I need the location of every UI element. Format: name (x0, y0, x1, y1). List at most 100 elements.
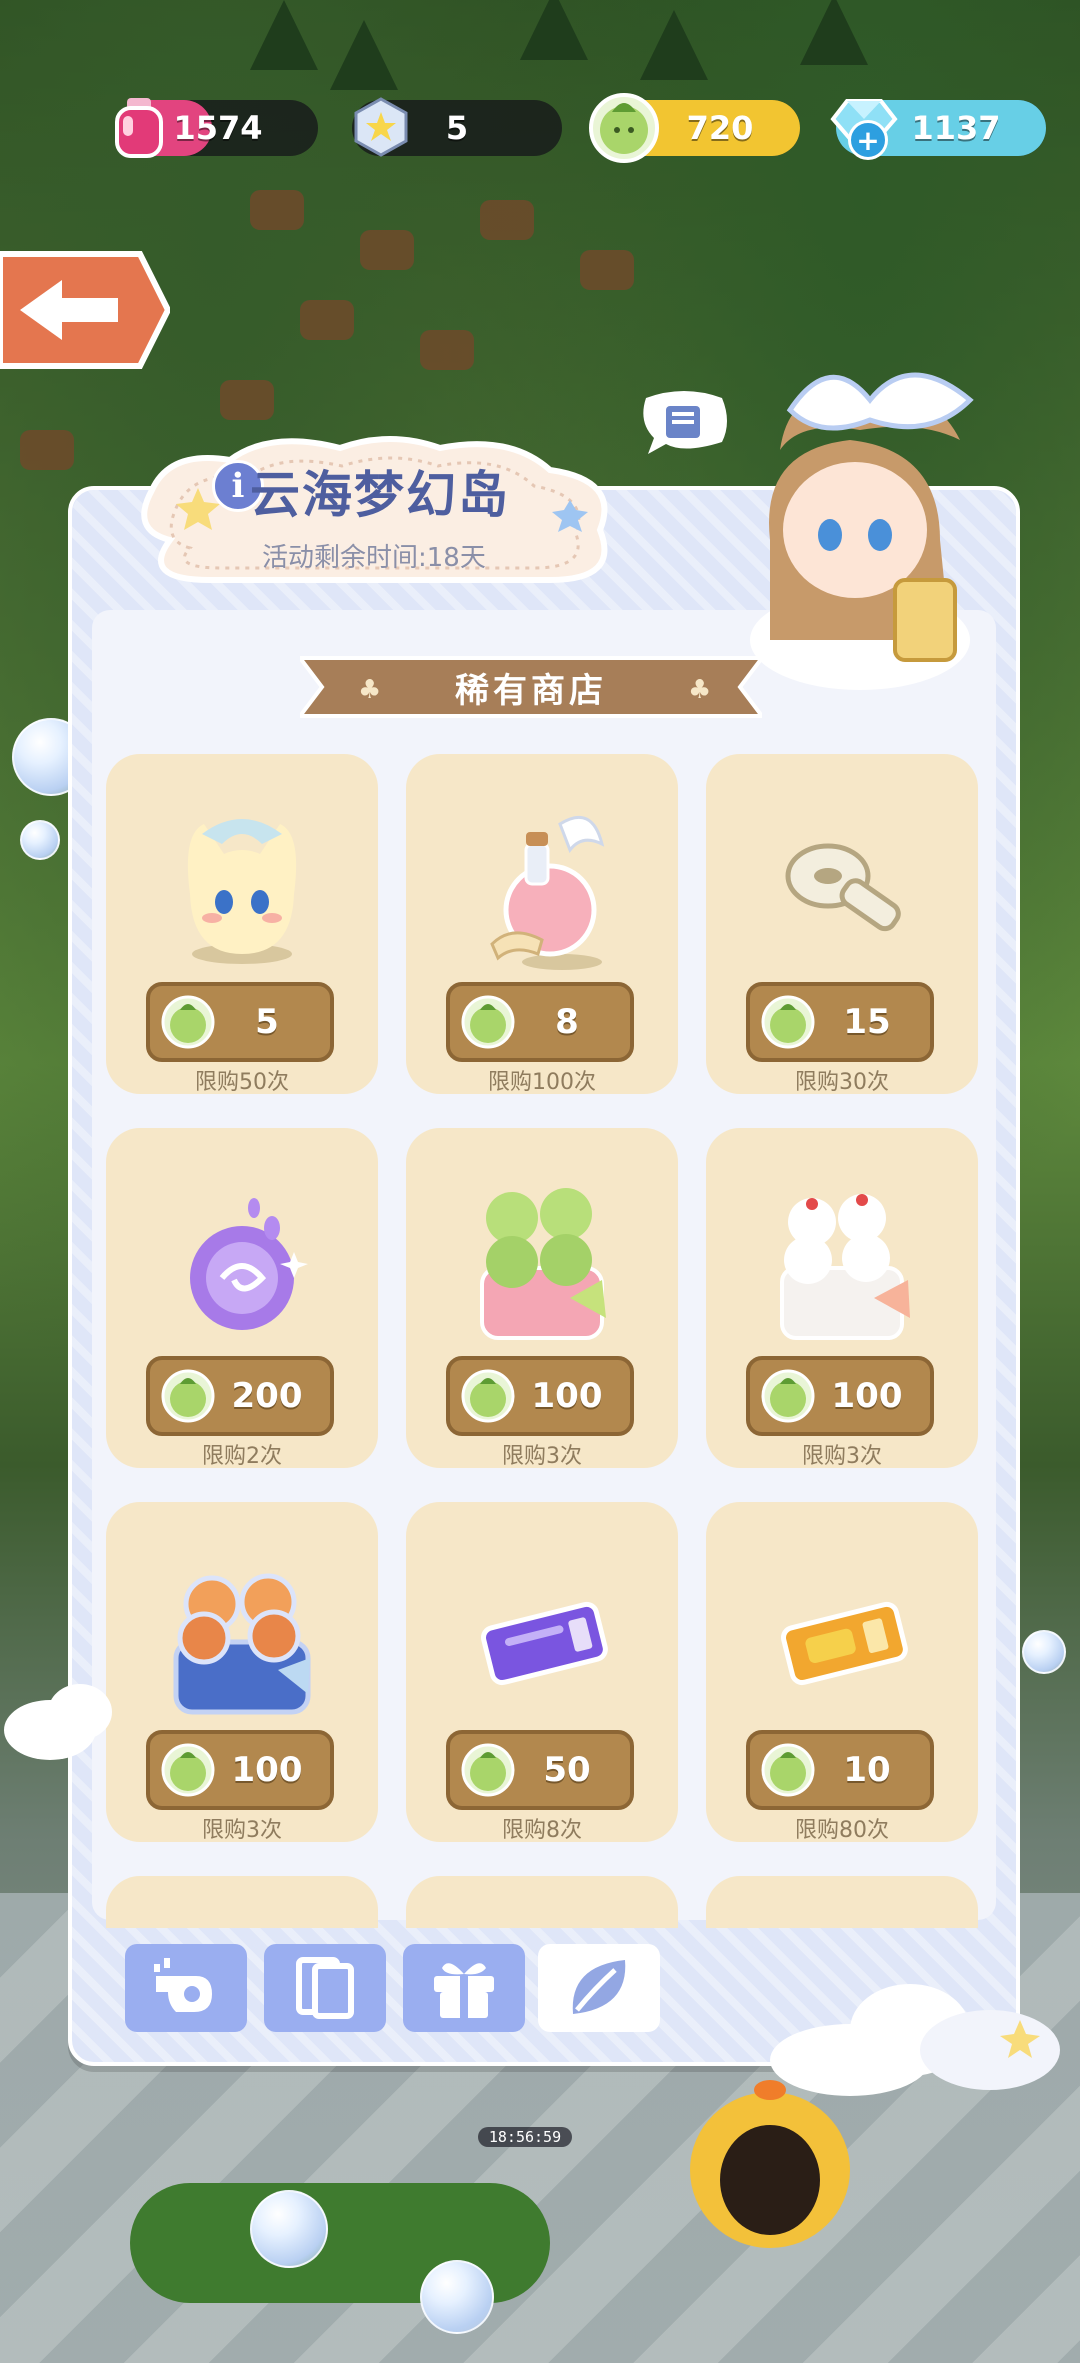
price-button[interactable]: 100 (146, 1730, 334, 1810)
farm-plot[interactable] (480, 200, 534, 240)
blue-diamond-icon: + (826, 86, 902, 166)
price-button[interactable]: 5 (146, 982, 334, 1062)
purchase-limit: 限购3次 (202, 1818, 282, 1843)
shop-item-partial[interactable] (706, 1876, 978, 1928)
sprout-coin-icon (761, 1743, 815, 1797)
cloud-decoration (4, 1684, 112, 1760)
gift-icon (434, 1963, 494, 2018)
shop-item-purple-orb[interactable]: 200 限购2次 (106, 1128, 378, 1469)
shop-item-plant-basket[interactable]: 100 限购3次 (406, 1128, 678, 1469)
world-clock-text: 18:56:59 (488, 2128, 562, 2146)
shop-item-partial[interactable] (106, 1876, 378, 1928)
price-value: 100 (231, 1750, 303, 1790)
purple-ticket-icon (480, 1601, 608, 1686)
farm-plot[interactable] (360, 230, 414, 270)
farm-plot[interactable] (580, 250, 634, 290)
price-value: 10 (843, 1750, 891, 1790)
tree-decoration (520, 0, 588, 60)
bubble-decoration (1022, 1630, 1066, 1674)
world-clock: 18:56:59 (478, 2127, 572, 2147)
purple-orb-icon (190, 1198, 308, 1330)
sprout-coin-icon (761, 995, 815, 1049)
potion-resource[interactable]: 1574 (115, 98, 318, 158)
shop-item-partial[interactable] (406, 1876, 678, 1928)
price-value: 15 (843, 1002, 891, 1042)
sprout-coin-icon (161, 1369, 215, 1423)
rare-shop-title: 稀有商店 (455, 670, 607, 711)
purchase-limit: 限购3次 (802, 1444, 882, 1469)
whistle-icon (154, 1958, 212, 2012)
back-button[interactable] (0, 250, 170, 370)
purchase-limit: 限购8次 (502, 1818, 582, 1843)
cloud-girl-mascot (750, 372, 974, 690)
sprout-coin-icon (461, 995, 515, 1049)
farm-plot[interactable] (20, 430, 74, 470)
shop-item-purple-ticket[interactable]: 50 限购8次 (406, 1502, 678, 1843)
shop-item-flower-basket[interactable]: 100 限购3次 (106, 1502, 378, 1843)
price-button[interactable]: 15 (746, 982, 934, 1062)
shop-item-angel-potion[interactable]: 8 限购100次 (406, 754, 678, 1095)
price-value: 200 (231, 1376, 303, 1416)
price-button[interactable]: 200 (146, 1356, 334, 1436)
sprout-coin-icon (461, 1369, 515, 1423)
shop-item-wind-up-key[interactable]: 15 限购30次 (706, 754, 978, 1095)
tab-leaf[interactable] (538, 1944, 660, 2032)
book-icon (666, 406, 700, 438)
sprout-coin-resource[interactable]: 720 (589, 93, 800, 163)
shop-item-cat-pet[interactable]: 5 限购50次 (106, 754, 378, 1095)
purchase-limit: 限购2次 (202, 1444, 282, 1469)
tree-decoration (330, 20, 398, 90)
price-button[interactable]: 50 (446, 1730, 634, 1810)
tree-decoration (800, 0, 868, 65)
sprout-coin-icon (461, 1743, 515, 1797)
cat-pet-icon (187, 819, 297, 964)
tab-cards[interactable] (264, 1944, 386, 2032)
shop-item-cream-cake[interactable]: 100 限购3次 (706, 1128, 978, 1469)
farm-plot[interactable] (420, 330, 474, 370)
cloud-decoration (770, 1984, 1060, 2096)
tab-gift[interactable] (403, 1944, 525, 2032)
price-button[interactable]: 8 (446, 982, 634, 1062)
shop-item-gold-ticket[interactable]: 10 限购80次 (706, 1502, 978, 1843)
bubble-decoration (420, 2260, 494, 2334)
sprout-coin-icon (161, 995, 215, 1049)
angel-potion-icon (490, 815, 605, 970)
cream-cake-icon (780, 1194, 910, 1340)
price-value: 50 (543, 1750, 591, 1790)
pink-potion-icon (104, 92, 174, 162)
sprout-coin-count: 720 (686, 109, 754, 147)
purchase-limit: 限购80次 (795, 1818, 889, 1843)
price-value: 5 (255, 1002, 279, 1042)
event-timer: 活动剩余时间:18天 (262, 543, 486, 573)
price-button[interactable]: 100 (446, 1356, 634, 1436)
farm-plot[interactable] (250, 190, 304, 230)
price-value: 100 (831, 1376, 903, 1416)
wind-up-key-icon (785, 843, 901, 932)
star-token-resource[interactable]: 5 (352, 97, 562, 157)
gold-ticket-icon (780, 1601, 908, 1686)
sprout-coin-icon (761, 1369, 815, 1423)
cards-icon (296, 1957, 354, 2019)
price-button[interactable]: 10 (746, 1730, 934, 1810)
leaf-icon (572, 1960, 626, 2014)
tree-decoration (640, 10, 708, 80)
farm-plot[interactable] (220, 380, 274, 420)
plant-basket-icon (480, 1188, 606, 1340)
purchase-limit: 限购100次 (488, 1070, 596, 1095)
purchase-limit: 限购50次 (195, 1070, 289, 1095)
guide-book-bubble[interactable] (636, 388, 732, 458)
bubble-decoration (20, 820, 60, 860)
star-badge-icon (346, 92, 416, 162)
farm-plot[interactable] (300, 300, 354, 340)
price-value: 100 (531, 1376, 603, 1416)
green-sprout-coin-icon (584, 86, 664, 166)
flower-basket-icon (173, 1573, 311, 1715)
price-value: 8 (555, 1002, 579, 1042)
price-button[interactable]: 100 (746, 1356, 934, 1436)
purchase-limit: 限购3次 (502, 1444, 582, 1469)
add-diamond-button[interactable]: + (848, 120, 888, 160)
diamond-resource[interactable]: 1137 + (830, 99, 1046, 160)
tree-decoration (250, 0, 318, 70)
tab-whistle[interactable] (125, 1944, 247, 2032)
sprout-coin-icon (161, 1743, 215, 1797)
